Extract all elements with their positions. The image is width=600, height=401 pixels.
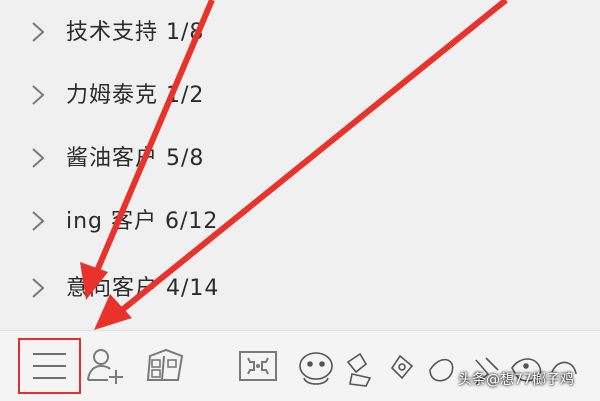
group-label: ing 客户 6/12 — [66, 209, 219, 234]
group-row-ing-customers[interactable]: ing 客户 6/12 — [0, 189, 600, 255]
menu-icon-bar — [33, 365, 66, 367]
chevron-right-icon — [30, 82, 46, 108]
add-contact-icon[interactable] — [86, 346, 126, 386]
menu-icon-bar — [33, 377, 66, 379]
group-label: 意向客户 4/14 — [66, 276, 220, 301]
chevron-right-icon — [30, 19, 46, 45]
contact-group-list: 技术支持 1/8 力姆泰克 1/2 酱油客户 5/8 ing 客户 6/12 意… — [0, 0, 600, 330]
group-row-intent-customers[interactable]: 意向客户 4/14 — [0, 256, 600, 322]
chevron-right-icon — [30, 275, 46, 301]
main-menu-button[interactable] — [18, 338, 81, 394]
chevron-right-icon — [30, 145, 46, 171]
chevron-right-icon — [30, 208, 46, 234]
group-row-tech-support[interactable]: 技术支持 1/8 — [0, 0, 600, 66]
app-box-icon[interactable] — [144, 346, 186, 384]
game-icon[interactable] — [236, 348, 280, 384]
group-label: 力姆泰克 1/2 — [66, 83, 205, 108]
watermark-text: 头条@想77榔子鸡 — [458, 372, 574, 388]
group-row-limtek[interactable]: 力姆泰克 1/2 — [0, 63, 600, 129]
group-row-soy-customers[interactable]: 酱油客户 5/8 — [0, 126, 600, 192]
group-label: 技术支持 1/8 — [66, 20, 205, 45]
group-label: 酱油客户 5/8 — [66, 146, 205, 171]
menu-icon-bar — [33, 353, 66, 355]
